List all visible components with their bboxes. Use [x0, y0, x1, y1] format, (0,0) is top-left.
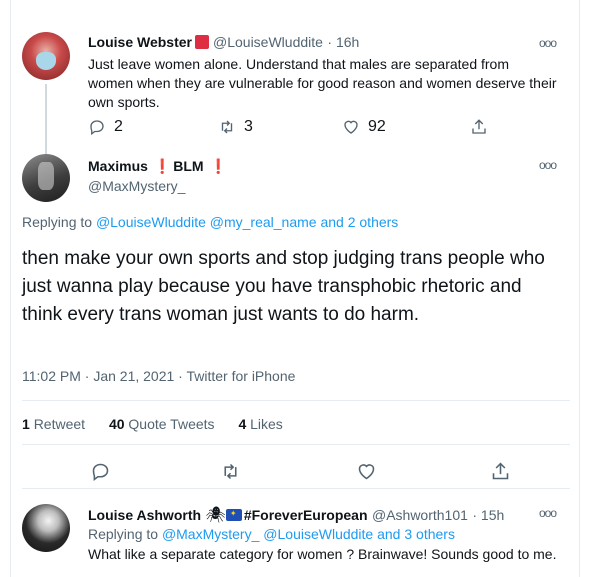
spider-emoji: 🕷 — [205, 507, 226, 524]
mention-link[interactable]: @MaxMystery_ — [162, 526, 259, 542]
divider — [22, 444, 570, 445]
author-name-row[interactable]: Maximus ❗ BLM ❗ — [88, 158, 229, 175]
share-icon — [472, 119, 486, 134]
replying-prefix: Replying to — [88, 526, 159, 542]
exclamation-emoji: ❗ — [153, 158, 172, 174]
tweet-text: then make your own sports and stop judgi… — [22, 248, 545, 325]
like-count: 92 — [368, 118, 386, 135]
author-hashtag: #ForeverEuropean — [243, 507, 368, 523]
reply-button[interactable]: 2 — [88, 118, 123, 136]
author-handle[interactable]: @LouiseWluddite — [213, 34, 323, 50]
tweet-time[interactable]: · 15h — [472, 507, 504, 523]
retweet-icon — [221, 120, 233, 134]
author-name[interactable]: Louise Webster — [88, 34, 192, 50]
mention-link[interactable]: @LouiseWluddite — [96, 214, 206, 230]
likes-stat[interactable]: 4 Likes — [238, 416, 282, 432]
tweet-header: Louise Webster @LouiseWluddite · 16h — [88, 34, 359, 52]
reply-button[interactable] — [90, 461, 111, 482]
retweets-stat[interactable]: 1 Retweet — [22, 416, 85, 432]
replying-and: and — [320, 214, 344, 230]
more-options-icon[interactable]: ooo — [539, 158, 557, 172]
eu-flag-icon — [225, 509, 242, 521]
reply-icon — [92, 463, 109, 481]
share-button[interactable] — [490, 461, 511, 482]
others-link[interactable]: 3 others — [404, 526, 455, 542]
like-button[interactable] — [356, 461, 377, 482]
author-name-extra: BLM — [173, 158, 204, 174]
tweet-text: Just leave women alone. Understand that … — [88, 56, 557, 110]
avatar[interactable] — [22, 32, 70, 80]
tweet-header: Louise Ashworth 🕷 #ForeverEuropean @Ashwo… — [88, 505, 504, 525]
reply-icon — [90, 120, 104, 136]
replying-and: and — [377, 526, 401, 542]
replying-to: Replying to @LouiseWluddite @my_real_nam… — [22, 214, 398, 230]
tweet-time[interactable]: · 16h — [327, 34, 359, 50]
author-handle[interactable]: @Ashworth101 — [372, 507, 468, 523]
retweet-button[interactable]: 3 — [218, 118, 253, 136]
avatar[interactable] — [22, 154, 70, 202]
share-icon — [492, 462, 509, 480]
avatar[interactable] — [22, 504, 70, 552]
like-button[interactable]: 92 — [342, 118, 386, 136]
heart-icon — [344, 120, 358, 134]
retweet-count: 3 — [244, 118, 253, 135]
engagement-stats: 1 Retweet 40 Quote Tweets 4 Likes — [22, 416, 303, 432]
divider — [22, 488, 570, 489]
exclamation-emoji: ❗ — [209, 158, 227, 174]
retweet-button[interactable] — [220, 461, 241, 482]
more-options-icon[interactable]: ooo — [539, 36, 557, 50]
quote-tweets-stat[interactable]: 40 Quote Tweets — [109, 416, 215, 432]
tweet-text: What like a separate category for women … — [88, 546, 557, 562]
heart-icon — [358, 464, 375, 480]
replying-prefix: Replying to — [22, 214, 93, 230]
divider — [22, 400, 570, 401]
others-link[interactable]: 2 others — [348, 214, 399, 230]
replying-to: Replying to @MaxMystery_ @LouiseWluddite… — [88, 526, 455, 542]
author-handle[interactable]: @MaxMystery_ — [88, 178, 185, 194]
author-name: Maximus — [88, 158, 148, 174]
mention-link[interactable]: @LouiseWluddite — [263, 526, 373, 542]
mention-link[interactable]: @my_real_name — [210, 214, 317, 230]
retweet-icon — [224, 463, 237, 480]
share-button[interactable] — [470, 118, 488, 136]
red-square-emoji — [195, 35, 209, 49]
author-name[interactable]: Louise Ashworth — [88, 507, 201, 523]
reply-count: 2 — [114, 118, 123, 135]
more-options-icon[interactable]: ooo — [539, 506, 557, 520]
tweet-timestamp[interactable]: 11:02 PM · Jan 21, 2021 · Twitter for iP… — [22, 368, 295, 384]
